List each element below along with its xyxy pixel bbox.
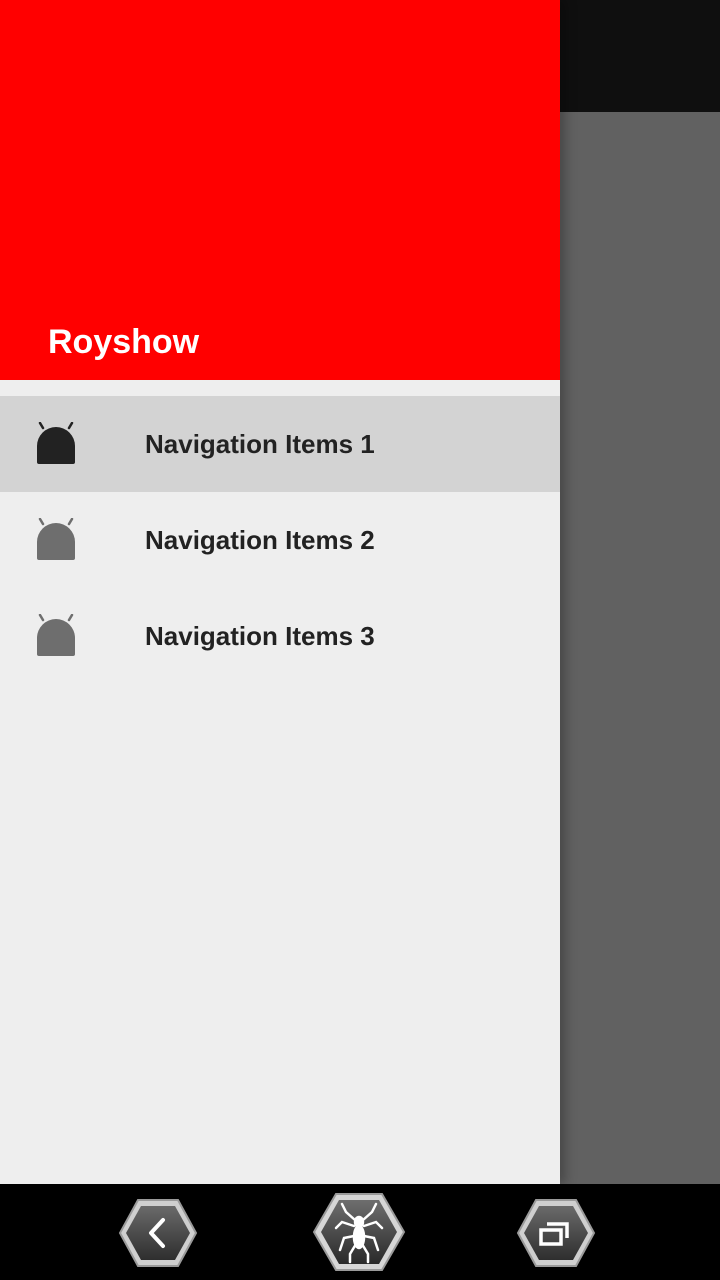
- nav-item-label: Navigation Items 2: [145, 525, 375, 555]
- nav-item-label: Navigation Items 1: [145, 429, 375, 459]
- back-icon: [118, 1198, 198, 1268]
- drawer-header: Royshow: [0, 0, 560, 380]
- home-button[interactable]: [312, 1192, 406, 1272]
- nav-item-2[interactable]: Navigation Items 2: [0, 492, 560, 588]
- drawer-header-title: Royshow: [48, 323, 200, 361]
- nav-item-label: Navigation Items 3: [145, 621, 375, 651]
- android-icon: [34, 613, 78, 656]
- android-icon: [34, 421, 78, 464]
- system-navigation-bar: [0, 1184, 720, 1280]
- back-button[interactable]: [118, 1198, 198, 1268]
- android-icon: [34, 517, 78, 560]
- recent-apps-button[interactable]: [516, 1198, 596, 1268]
- recent-apps-icon: [516, 1198, 596, 1268]
- nav-item-1[interactable]: Navigation Items 1: [0, 396, 560, 492]
- spider-home-icon: [312, 1192, 406, 1272]
- navigation-drawer: Royshow Navigation Items 1 Navigation It…: [0, 0, 560, 1184]
- navigation-menu: Navigation Items 1 Navigation Items 2 Na…: [0, 396, 560, 684]
- nav-item-3[interactable]: Navigation Items 3: [0, 588, 560, 684]
